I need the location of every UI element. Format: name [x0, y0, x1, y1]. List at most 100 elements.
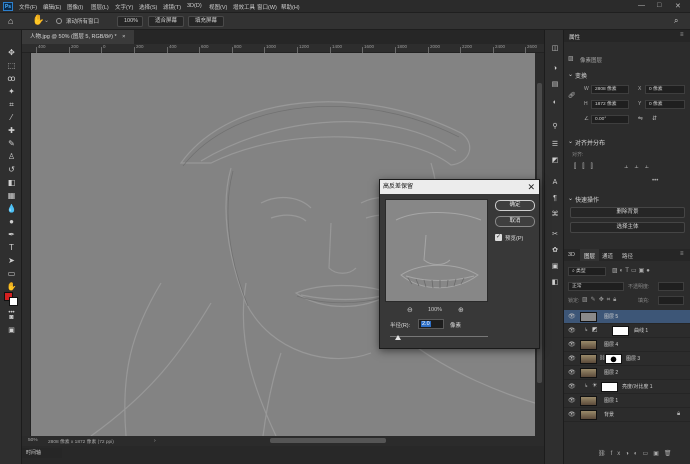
align-left-icon[interactable]: ⫿⫿⫿ — [574, 163, 599, 171]
hand-tool-icon[interactable]: ✋ — [32, 15, 44, 26]
visibility-eye-icon[interactable]: 👁︎ — [568, 397, 576, 404]
libraries-icon[interactable]: ⚲ — [549, 122, 561, 132]
properties-sliders-icon[interactable]: ☰ — [549, 140, 561, 150]
layer-row[interactable]: 👁︎ 图层 2 — [564, 366, 690, 380]
align-top-icon[interactable]: ⫠⫠⫠ — [624, 163, 655, 171]
tool-presets-icon[interactable]: ✂ — [549, 230, 561, 240]
fill-field[interactable] — [658, 296, 684, 305]
healing-brush-icon[interactable]: ✚ — [6, 126, 17, 136]
timeline-tab[interactable]: 时间轴 — [22, 448, 62, 458]
lock-icons[interactable]: ▨✎✥⌗🔒︎ — [582, 296, 619, 304]
x-field[interactable]: 0 像素 — [645, 85, 685, 94]
tab-paths[interactable]: 路径 — [622, 252, 633, 260]
rectangle-tool-icon[interactable]: ▭ — [6, 269, 17, 279]
paragraph-icon[interactable]: ¶ — [549, 194, 561, 204]
background-color-swatch[interactable] — [9, 297, 18, 306]
quick-mask-icon[interactable]: ◙ — [6, 313, 17, 323]
styles-icon[interactable]: ◩ — [549, 156, 561, 166]
link-icon[interactable]: 🔗︎ — [568, 92, 576, 99]
glyphs-icon[interactable]: ⌘ — [549, 210, 561, 220]
visibility-eye-icon[interactable]: 👁︎ — [568, 355, 576, 362]
radius-slider-track[interactable] — [390, 336, 488, 337]
horizontal-scroll-thumb[interactable] — [270, 438, 386, 443]
transform-chevron-icon[interactable]: ⌄ — [568, 71, 573, 78]
layer-filter-select[interactable]: ⌕ 类型 — [568, 267, 606, 276]
width-field[interactable]: 2808 像素 — [591, 85, 629, 94]
magic-wand-icon[interactable]: ✦ — [6, 87, 17, 97]
radius-input[interactable]: 2.0 — [418, 319, 444, 329]
close-window-button[interactable]: ✕ — [675, 2, 681, 10]
marquee-tool-icon[interactable]: ⬚ — [6, 61, 17, 71]
blend-mode-select[interactable]: 正常 — [568, 282, 624, 291]
cancel-button[interactable]: 取消 — [495, 216, 535, 227]
menu-plugins[interactable]: 增效工具 — [233, 3, 255, 11]
visibility-eye-icon[interactable]: 👁︎ — [568, 411, 576, 418]
visibility-eye-icon[interactable]: 👁︎ — [568, 327, 576, 334]
swatches-icon[interactable]: ▤ — [549, 80, 561, 90]
crop-tool-icon[interactable]: ⌗ — [6, 100, 17, 110]
adjustments-icon[interactable]: ◐ — [549, 98, 561, 108]
fit-screen-button[interactable]: 适合屏幕 — [148, 16, 185, 27]
path-select-icon[interactable]: ➤ — [6, 256, 17, 266]
height-field[interactable]: 1872 像素 — [591, 100, 629, 109]
navigator-icon[interactable]: ▣ — [549, 262, 561, 272]
visibility-eye-icon[interactable]: 👁︎ — [568, 383, 576, 390]
history-brush-icon[interactable]: ↺ — [6, 165, 17, 175]
zoom-out-icon[interactable]: ⊖ — [407, 306, 413, 314]
layer-row[interactable]: 👁︎ 图层 1 — [564, 394, 690, 408]
layer-filter-icons[interactable]: ▨◐T▭▣● — [612, 267, 652, 274]
layers-menu-icon[interactable]: ≡ — [680, 251, 684, 257]
status-zoom[interactable]: 50% — [28, 438, 38, 443]
remove-background-button[interactable]: 删除背景 — [570, 207, 685, 218]
color-wheel-icon[interactable]: ◑ — [549, 64, 561, 74]
menu-view[interactable]: 视图(V) — [209, 3, 227, 11]
chevron-right-icon[interactable]: › — [154, 438, 156, 444]
menu-file[interactable]: 文件(F) — [19, 3, 37, 11]
maximize-button[interactable]: □ — [657, 2, 661, 9]
layers-footer-icons[interactable]: ⛓︎fx◑◐▭▣🗑︎ — [598, 450, 677, 457]
y-field[interactable]: 0 像素 — [645, 100, 685, 109]
menu-select[interactable]: 选择(S) — [139, 3, 157, 11]
menu-3d[interactable]: 3D(D) — [187, 3, 202, 9]
zoom-value-field[interactable]: 100% — [117, 16, 143, 27]
eraser-icon[interactable]: ◧ — [6, 178, 17, 188]
history-icon[interactable]: ◫ — [549, 44, 561, 54]
pen-tool-icon[interactable]: ✒ — [6, 230, 17, 240]
info-icon[interactable]: ◧ — [549, 278, 561, 288]
visibility-eye-icon[interactable]: 👁︎ — [568, 369, 576, 376]
scroll-all-checkbox[interactable] — [56, 18, 62, 24]
menu-filter[interactable]: 滤镜(T) — [163, 3, 181, 11]
menu-type[interactable]: 文字(Y) — [115, 3, 133, 11]
document-tab-close[interactable]: × — [122, 34, 125, 40]
flip-horizontal-icon[interactable]: ⇋ — [638, 115, 643, 122]
preview-checkbox[interactable]: ✓ — [495, 234, 502, 241]
visibility-eye-icon[interactable]: 👁︎ — [568, 313, 576, 320]
align-chevron-icon[interactable]: ⌄ — [568, 138, 573, 145]
fill-screen-button[interactable]: 填充屏幕 — [188, 16, 225, 27]
lasso-tool-icon[interactable]: ꝏ — [6, 74, 17, 84]
tab-layers[interactable]: 图层 — [580, 249, 600, 261]
dialog-close-button[interactable]: ✕ — [527, 180, 535, 194]
blur-tool-icon[interactable]: 💧 — [6, 204, 17, 214]
radius-slider-handle[interactable] — [395, 335, 401, 340]
ok-button[interactable]: 确定 — [495, 200, 535, 211]
brush-settings-icon[interactable]: ✿ — [549, 246, 561, 256]
zoom-in-icon[interactable]: ⊕ — [458, 306, 464, 314]
layer-row[interactable]: 👁︎ ↳ ☀ 亮度/对比度 1 — [564, 380, 690, 394]
layer-row[interactable]: 👁︎ 图层 5 — [564, 310, 690, 324]
minimize-button[interactable]: — — [638, 2, 645, 9]
more-options-icon[interactable]: ••• — [652, 178, 658, 184]
search-icon[interactable]: ⌕ — [674, 16, 678, 26]
menu-image[interactable]: 图像(I) — [67, 3, 83, 11]
document-tab[interactable]: 人物.jpg @ 50% (图层 5, RGB/8#) * × — [22, 30, 134, 44]
dodge-tool-icon[interactable]: ● — [6, 217, 17, 227]
panel-menu-icon[interactable]: ≡ — [680, 32, 684, 38]
chevron-down-icon[interactable]: ⌄ — [44, 17, 49, 24]
flip-vertical-icon[interactable]: ⇵ — [652, 115, 657, 122]
menu-help[interactable]: 帮助(H) — [281, 3, 300, 11]
type-tool-icon[interactable]: T — [6, 243, 17, 253]
stamp-tool-icon[interactable]: ♙ — [6, 152, 17, 162]
move-tool-icon[interactable]: ✥ — [6, 48, 17, 58]
menu-layer[interactable]: 图层(L) — [91, 3, 109, 11]
home-icon[interactable]: ⌂ — [8, 16, 13, 26]
